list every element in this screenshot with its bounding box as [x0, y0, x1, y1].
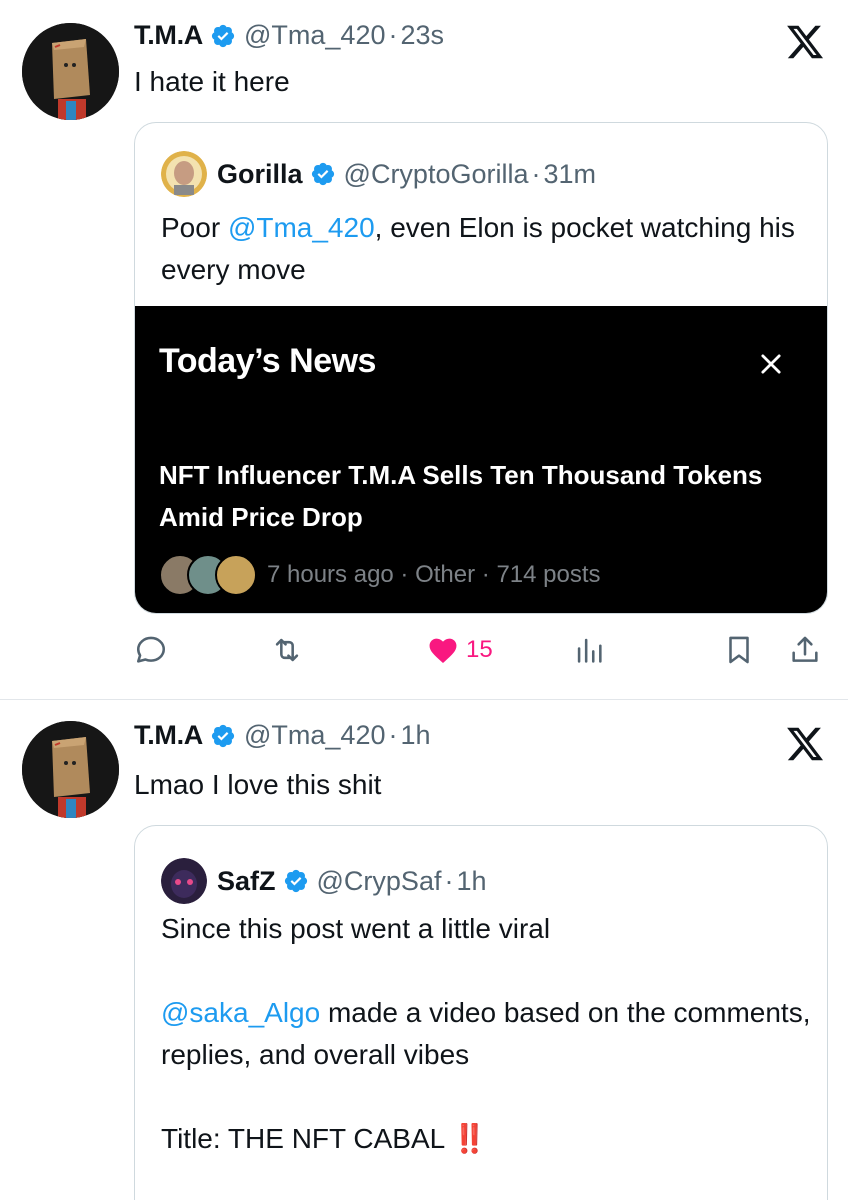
reply-button[interactable]: [134, 630, 168, 670]
verified-badge-icon: [211, 24, 235, 47]
separator: ·: [444, 865, 454, 896]
post-text: I hate it here: [134, 66, 290, 97]
bookmark-button[interactable]: [722, 630, 756, 670]
author-name[interactable]: T.M.A: [134, 720, 203, 751]
quote-header: SafZ @CrypSaf · 1h: [161, 858, 487, 904]
quote-author-name[interactable]: SafZ: [217, 866, 276, 897]
quote-title-line: Title: THE NFT CABAL: [161, 1123, 452, 1154]
quote-author-name[interactable]: Gorilla: [217, 159, 303, 190]
views-button[interactable]: [572, 630, 606, 670]
mention-link[interactable]: @saka_Algo: [161, 997, 320, 1028]
author-handle[interactable]: @Tma_420: [244, 20, 385, 51]
close-icon[interactable]: [757, 350, 785, 378]
separator: ·: [531, 158, 541, 189]
views-icon: [577, 638, 602, 663]
share-button[interactable]: [788, 630, 822, 670]
repost-button[interactable]: [270, 630, 304, 670]
quote-line: Since this post went a little viral: [161, 913, 551, 944]
quote-header: Gorilla @CryptoGorilla · 31m: [161, 151, 596, 197]
quote-text-prefix: Poor: [161, 212, 228, 243]
author-avatar[interactable]: [22, 23, 119, 120]
quote-author-avatar[interactable]: [161, 151, 207, 197]
quoted-post[interactable]: SafZ @CrypSaf · 1h Since this post went …: [134, 825, 828, 1200]
author-avatar[interactable]: [22, 721, 119, 818]
verified-badge-icon: [311, 162, 334, 186]
verified-badge-icon: [284, 869, 307, 893]
like-button[interactable]: 15: [426, 630, 493, 670]
news-meta-text: 7 hours ago · Other · 714 posts: [267, 561, 601, 588]
separator: ·: [388, 20, 398, 50]
action-bar: 15: [134, 630, 828, 674]
author-name[interactable]: T.M.A: [134, 20, 203, 51]
share-icon: [792, 636, 818, 662]
post-text: Lmao I love this shit: [134, 769, 382, 800]
quote-text: Since this post went a little viral @sak…: [161, 908, 811, 1160]
post-header: T.M.A @Tma_420 · 1h: [134, 720, 431, 751]
quote-timestamp[interactable]: 1h: [456, 866, 486, 897]
quote-author-handle[interactable]: @CryptoGorilla: [344, 159, 529, 190]
timestamp[interactable]: 1h: [400, 720, 430, 751]
x-logo-icon: [787, 727, 824, 761]
post-card[interactable]: T.M.A @Tma_420 · 1h Lmao I love this shi…: [0, 700, 848, 1200]
quote-line: @saka_Algo made a video based on the com…: [161, 992, 811, 1076]
timestamp[interactable]: 23s: [400, 20, 444, 51]
author-handle[interactable]: @Tma_420: [244, 720, 385, 751]
repost-icon: [275, 638, 299, 662]
verified-badge-icon: [211, 724, 235, 747]
x-logo-icon: [787, 25, 824, 59]
quoted-post[interactable]: Gorilla @CryptoGorilla · 31m Poor @Tma_4…: [134, 122, 828, 614]
news-card[interactable]: Today’s News NFT Influencer T.M.A Sells …: [135, 306, 827, 613]
avatar: [215, 554, 257, 596]
mention-link[interactable]: @Tma_420: [228, 212, 375, 243]
post-header: T.M.A @Tma_420 · 23s: [134, 20, 444, 51]
news-headline[interactable]: NFT Influencer T.M.A Sells Ten Thousand …: [159, 454, 799, 538]
avatar-stack: [159, 552, 261, 598]
reply-icon: [136, 636, 166, 663]
heart-icon: [429, 638, 457, 664]
bookmark-icon: [729, 636, 749, 664]
separator: ·: [388, 720, 398, 750]
quote-author-handle[interactable]: @CrypSaf: [317, 866, 442, 897]
quote-text: Poor @Tma_420, even Elon is pocket watch…: [161, 207, 811, 291]
quote-timestamp[interactable]: 31m: [543, 159, 596, 190]
news-meta: 7 hours ago · Other · 714 posts: [159, 552, 601, 598]
news-card-title: Today’s News: [159, 342, 376, 380]
quote-line: Title: THE NFT CABAL ‼️: [161, 1118, 811, 1160]
like-count: 15: [466, 636, 493, 663]
post-card[interactable]: T.M.A @Tma_420 · 23s I hate it here Gori…: [0, 0, 848, 700]
double-exclamation-icon: ‼️: [451, 1123, 487, 1154]
quote-author-avatar[interactable]: [161, 858, 207, 904]
